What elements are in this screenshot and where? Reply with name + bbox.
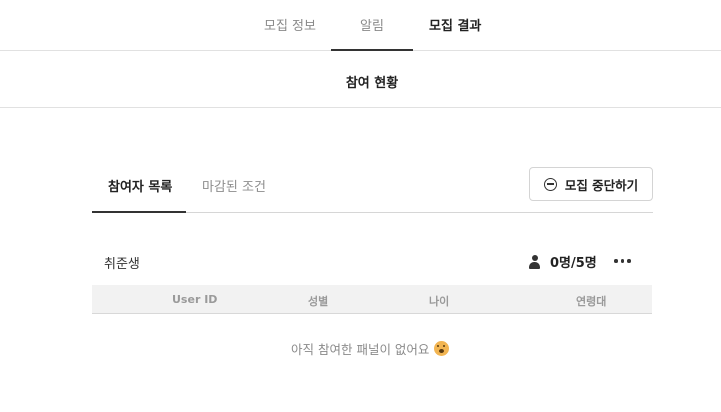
- more-horizontal-icon[interactable]: [614, 254, 634, 268]
- empty-state-message: 아직 참여한 패널이 없어요: [291, 342, 430, 357]
- participant-count: 0명/5명: [528, 252, 597, 271]
- participant-count-text: 0명/5명: [550, 256, 597, 271]
- table-header: User ID 성별 나이 연령대: [92, 285, 652, 314]
- group-label: 취준생: [104, 257, 140, 272]
- tab-recruit-info[interactable]: 모집 정보: [264, 15, 316, 34]
- tab-notifications[interactable]: 알림: [360, 15, 384, 34]
- column-header-age-group: 연령대: [576, 295, 607, 308]
- tab-recruit-results[interactable]: 모집 결과: [429, 15, 481, 34]
- tab-closed-conditions[interactable]: 마감된 조건: [202, 176, 266, 195]
- column-header-gender: 성별: [308, 295, 329, 308]
- sad-face-emoji-icon: [434, 341, 450, 356]
- stop-recruiting-button[interactable]: 모집 중단하기: [529, 167, 653, 201]
- person-icon: [528, 254, 541, 269]
- empty-state: 아직 참여한 패널이 없어요: [291, 339, 450, 358]
- minus-circle-icon: [543, 177, 557, 191]
- subheader: 참여 현황: [0, 51, 721, 108]
- tab-participant-list[interactable]: 참여자 목록: [108, 176, 172, 195]
- page-title: 참여 현황: [345, 76, 399, 91]
- column-header-age: 나이: [429, 295, 450, 308]
- stop-recruiting-label: 모집 중단하기: [564, 177, 639, 193]
- active-inner-tab-indicator: [92, 211, 186, 213]
- top-tab-bar: 모집 정보 알림 모집 결과: [0, 0, 721, 51]
- column-header-user-id: User ID: [172, 293, 218, 306]
